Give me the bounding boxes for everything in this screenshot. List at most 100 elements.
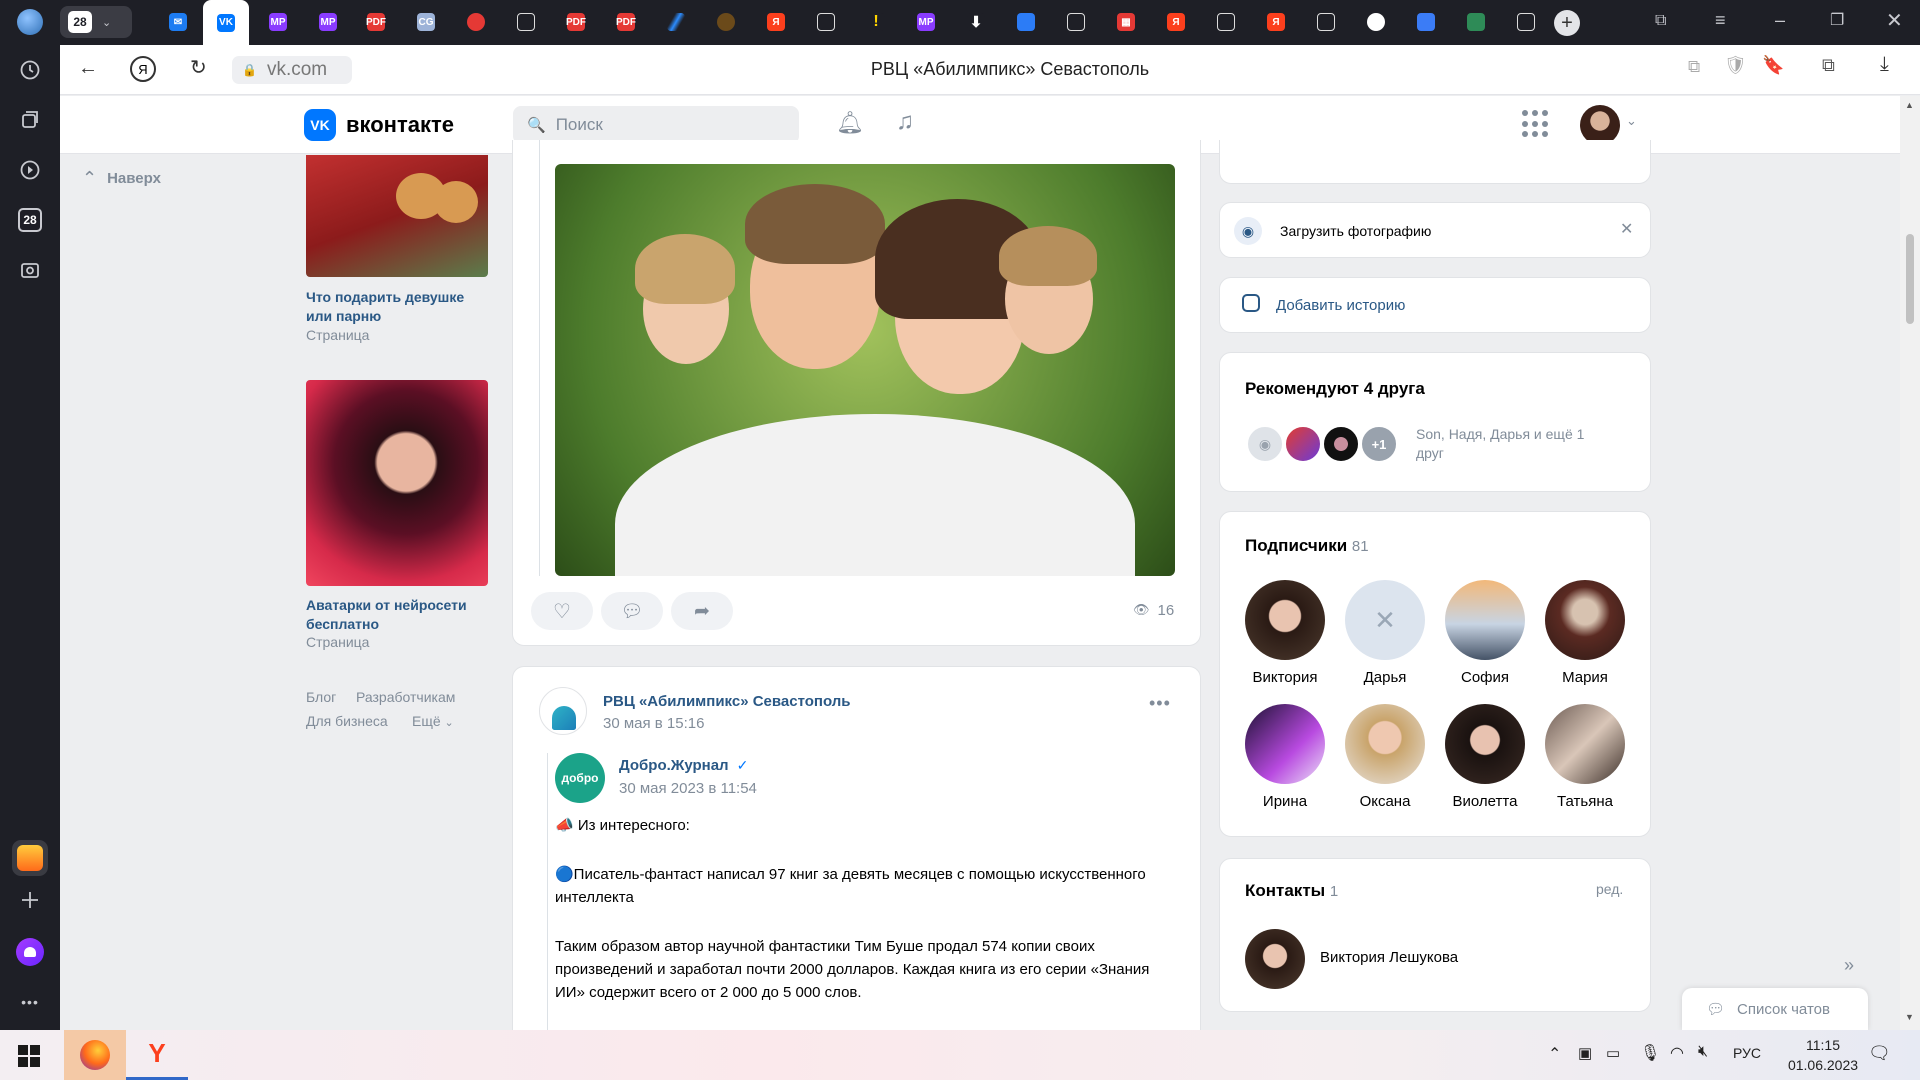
tab-blue[interactable]: [661, 6, 691, 38]
yandex-taskbar-button[interactable]: Y: [126, 1030, 188, 1080]
user-avatar[interactable]: [1580, 105, 1620, 145]
tab-gold[interactable]: [711, 6, 741, 38]
firefox-taskbar-button[interactable]: [64, 1030, 126, 1080]
tab-compass[interactable]: [1361, 6, 1391, 38]
tab-yandex-2[interactable]: Я: [1161, 6, 1191, 38]
notifications-center-icon[interactable]: 🗨︎: [1868, 1043, 1891, 1064]
menu-icon[interactable]: ≡: [1715, 10, 1726, 31]
friend-avatar[interactable]: [1284, 425, 1322, 463]
footer-link-business[interactable]: Для бизнеса: [306, 713, 388, 729]
tab-doc[interactable]: [511, 6, 541, 38]
notifications-bell-icon[interactable]: 🔔︎: [836, 110, 864, 136]
calendar-icon[interactable]: 28: [14, 204, 46, 236]
scroll-down-arrow-icon[interactable]: ▼: [1905, 1012, 1914, 1022]
post-photo-family[interactable]: [555, 164, 1175, 576]
tab-doc-5[interactable]: [1311, 6, 1341, 38]
subscriber-avatar[interactable]: [1245, 580, 1325, 660]
tab-calendar[interactable]: ▦: [1111, 6, 1141, 38]
tab-doc-2[interactable]: [811, 6, 841, 38]
battery-icon[interactable]: ▭: [1606, 1044, 1620, 1062]
tab-doc-6[interactable]: [1511, 6, 1541, 38]
alice-icon[interactable]: [14, 936, 46, 968]
tab-doc-3[interactable]: [1061, 6, 1091, 38]
ad-image-gift[interactable]: [306, 155, 488, 277]
tray-meet-icon[interactable]: ▣: [1578, 1044, 1592, 1062]
add-panel-icon[interactable]: [14, 884, 46, 916]
history-icon[interactable]: [14, 54, 46, 86]
restore-icon[interactable]: ❐: [1830, 10, 1844, 30]
subscriber-avatar-placeholder[interactable]: ✕: [1345, 580, 1425, 660]
subscriber-avatar[interactable]: [1245, 704, 1325, 784]
contacts-edit-link[interactable]: ред.: [1596, 881, 1623, 897]
expand-chats-icon[interactable]: »: [1844, 955, 1854, 976]
search-input[interactable]: 🔍 Поиск: [513, 106, 799, 144]
chevron-down-icon[interactable]: ⌄: [1626, 113, 1637, 129]
share-button[interactable]: ➦: [671, 592, 733, 630]
wifi-icon[interactable]: ◠: [1670, 1043, 1684, 1063]
group-avatar[interactable]: [539, 687, 587, 735]
bookmark-icon[interactable]: 🔖: [1762, 55, 1784, 76]
translate-icon[interactable]: ⧉: [1688, 57, 1700, 77]
more-friends-badge[interactable]: +1: [1360, 425, 1398, 463]
tab-counter[interactable]: 28 ⌄: [60, 6, 132, 38]
comment-button[interactable]: 💬︎: [601, 592, 663, 630]
tab-pdf[interactable]: PDF: [361, 6, 391, 38]
like-button[interactable]: ♡: [531, 592, 593, 630]
contacts-title[interactable]: Контакты 1: [1245, 881, 1338, 901]
tab-image[interactable]: [1461, 6, 1491, 38]
protect-icon[interactable]: 🛡: [1724, 55, 1747, 76]
repost-date[interactable]: 30 мая 2023 в 11:54: [619, 780, 757, 797]
subscriber-avatar[interactable]: [1445, 580, 1525, 660]
close-icon[interactable]: ✕: [1886, 8, 1903, 33]
repost-author[interactable]: Добро.Журнал ✓: [619, 757, 748, 774]
recommend-names[interactable]: Son, Надя, Дарья и ещё 1 друг: [1416, 425, 1616, 463]
close-icon[interactable]: ✕: [1620, 219, 1633, 239]
subscriber-avatar[interactable]: [1445, 704, 1525, 784]
repost-author-avatar[interactable]: добро: [555, 753, 605, 803]
back-to-top-button[interactable]: ⌃ Наверх: [82, 168, 161, 189]
video-icon[interactable]: [14, 154, 46, 186]
windows-start-icon[interactable]: [18, 1045, 40, 1067]
tab-red[interactable]: [461, 6, 491, 38]
volume-muted-icon[interactable]: 🔇︎: [1698, 1043, 1708, 1061]
language-indicator[interactable]: РУС: [1733, 1045, 1761, 1061]
mail-app-icon[interactable]: [12, 840, 48, 876]
post-author[interactable]: РВЦ «Абилимпикс» Севастополь: [603, 693, 851, 710]
tab-info[interactable]: !: [861, 6, 891, 38]
footer-link-devs[interactable]: Разработчикам: [356, 689, 455, 705]
contact-avatar[interactable]: [1245, 929, 1305, 989]
subscriber-avatar[interactable]: [1545, 580, 1625, 660]
tab-yandex[interactable]: Я: [761, 6, 791, 38]
chat-list-button[interactable]: 💬︎ Список чатов: [1682, 988, 1868, 1030]
tab-mp-3[interactable]: MP: [911, 6, 941, 38]
more-icon[interactable]: •••: [14, 986, 46, 1018]
subscriber-name[interactable]: Мария: [1525, 669, 1645, 686]
subscriber-avatar[interactable]: [1545, 704, 1625, 784]
subscriber-avatar[interactable]: [1345, 704, 1425, 784]
friend-avatar[interactable]: [1322, 425, 1360, 463]
footer-link-blog[interactable]: Блог: [306, 689, 336, 705]
bookmarks-panel-icon[interactable]: ⧉: [1822, 55, 1835, 76]
subscriber-name[interactable]: Татьяна: [1525, 793, 1645, 810]
screenshot-icon[interactable]: [14, 254, 46, 286]
ad-title[interactable]: Аватарки от нейросети бесплатно: [306, 596, 488, 634]
tab-cube[interactable]: [1011, 6, 1041, 38]
downloads-icon[interactable]: ⤓: [1880, 53, 1889, 76]
minimize-icon[interactable]: –: [1775, 10, 1785, 31]
tab-mp-2[interactable]: MP: [313, 6, 343, 38]
page-scrollbar[interactable]: ▲ ▼: [1900, 96, 1920, 1030]
tab-cube-2[interactable]: [1411, 6, 1441, 38]
new-tab-button[interactable]: +: [1554, 10, 1580, 36]
tab-pdf-2[interactable]: PDF: [561, 6, 591, 38]
contact-name[interactable]: Виктория Лешукова: [1320, 949, 1458, 966]
add-story-card[interactable]: Добавить историю: [1219, 277, 1651, 333]
scrollbar-thumb[interactable]: [1906, 234, 1914, 324]
upload-photo-card[interactable]: ◉ Загрузить фотографию ✕: [1219, 202, 1651, 258]
post-menu-icon[interactable]: •••: [1149, 693, 1171, 714]
post-date[interactable]: 30 мая в 15:16: [603, 715, 704, 732]
scroll-up-arrow-icon[interactable]: ▲: [1905, 100, 1914, 110]
services-grid-icon[interactable]: [1522, 110, 1550, 138]
footer-more-button[interactable]: Ещё ⌄: [412, 713, 454, 729]
subscribers-title[interactable]: Подписчики 81: [1245, 536, 1369, 556]
tray-expand-icon[interactable]: ⌃: [1548, 1044, 1561, 1064]
